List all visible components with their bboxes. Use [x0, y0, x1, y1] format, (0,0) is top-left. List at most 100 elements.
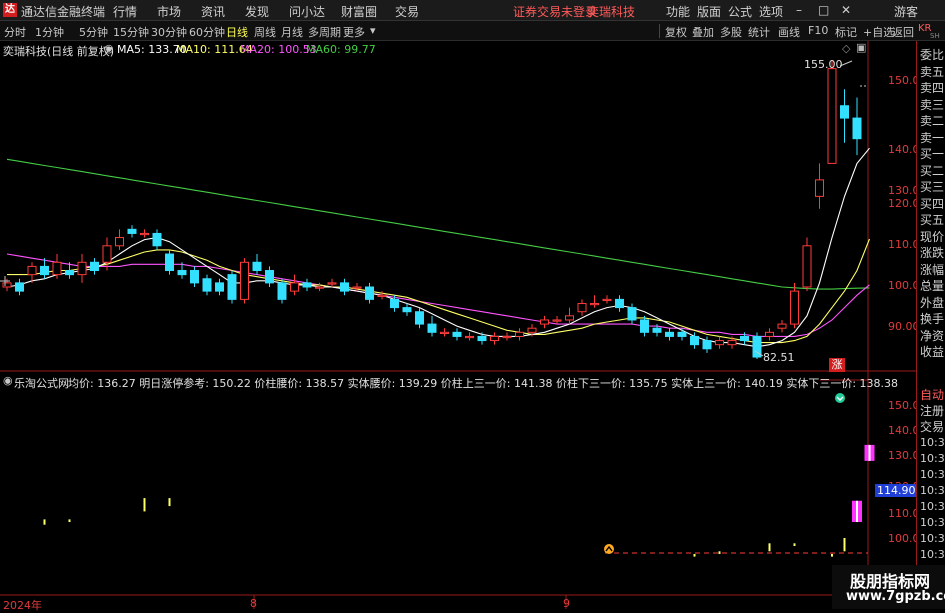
tab-intraday[interactable]: 分时	[4, 24, 26, 40]
indicator-bar	[831, 553, 833, 557]
restore-rights-button[interactable]: 复权	[665, 24, 687, 40]
indicator-bar	[43, 519, 46, 525]
candle	[302, 278, 312, 292]
tab-monthly[interactable]: 月线	[281, 24, 303, 40]
menu-ask-xiaoda[interactable]: 问小达	[289, 3, 325, 20]
candle	[165, 249, 174, 275]
tab-5min[interactable]: 5分钟	[79, 24, 108, 40]
time-label-sep: 9	[563, 597, 570, 610]
settings-circle-icon[interactable]: ◉	[104, 42, 114, 55]
candle	[102, 237, 112, 271]
tab-30min[interactable]: 30分钟	[151, 24, 187, 40]
indicator-tick: 100.0	[888, 532, 920, 545]
app-title: 通达信金融终端	[21, 5, 106, 19]
tab-15min[interactable]: 15分钟	[113, 24, 149, 40]
candle	[840, 89, 849, 143]
candle	[452, 328, 462, 341]
tab-60min[interactable]: 60分钟	[189, 24, 225, 40]
tab-weekly[interactable]: 周线	[254, 24, 276, 40]
chart-area[interactable]: 奕瑞科技(日线 前复权) ◉ MA5: 133.70 MA10: 111.64 …	[0, 41, 945, 612]
time-label-year: 2024年	[3, 599, 42, 612]
tick-time: 10:37	[920, 532, 945, 545]
candle	[27, 262, 37, 283]
maximize-button[interactable]: □	[818, 3, 829, 17]
high-price-label: 155.00	[804, 58, 843, 71]
quote-field-label: 现价	[920, 229, 945, 244]
menu-market-quotes[interactable]: 行情	[113, 3, 137, 20]
tab-1min[interactable]: 1分钟	[35, 24, 64, 40]
menu-market[interactable]: 市场	[157, 3, 181, 20]
indicator-settings-icon[interactable]: ◉	[3, 374, 13, 387]
tab-daily[interactable]: 日线	[226, 24, 248, 40]
add-watchlist-button[interactable]: +自选	[863, 24, 894, 40]
mark-button[interactable]: 标记	[835, 24, 857, 40]
overlay-button[interactable]: 叠加	[692, 24, 714, 40]
menu-discover[interactable]: 发现	[245, 3, 269, 20]
back-button[interactable]: 返回	[892, 24, 914, 40]
period-toolbar: 分时 1分钟 5分钟 15分钟 30分钟 60分钟 日线 周线 月线 多周期 更…	[0, 21, 945, 41]
close-button[interactable]: ✕	[841, 3, 851, 17]
candle	[152, 229, 162, 250]
tick-time: 10:37	[920, 452, 945, 465]
candle	[440, 328, 449, 337]
indicator-bar	[843, 538, 846, 552]
login-notice[interactable]: 证券交易未登录	[513, 3, 597, 20]
candle	[852, 97, 862, 156]
indicator-bar-core	[856, 500, 858, 523]
quote-field-label: 总量	[920, 279, 945, 293]
ma60-value: MA60: 99.77	[306, 43, 376, 56]
side-panel-market: SH	[930, 32, 940, 40]
trade-link[interactable]: 注册	[920, 403, 945, 419]
draw-line-button[interactable]: 画线	[778, 24, 800, 40]
kline-svg[interactable]	[0, 41, 916, 609]
watermark-url: www.7gpzb.com	[846, 589, 945, 604]
candle	[490, 332, 499, 345]
quote-field-label: 卖二	[920, 114, 945, 128]
ma5-line	[6, 147, 870, 348]
tab-more[interactable]: 更多	[343, 24, 365, 40]
candle	[265, 266, 274, 287]
statistics-button[interactable]: 统计	[748, 24, 770, 40]
candle	[502, 332, 512, 341]
menu-formula[interactable]: 公式	[728, 3, 752, 20]
indicator-bar	[768, 543, 771, 552]
candle	[427, 315, 437, 337]
tick-time: 10:37	[920, 436, 945, 449]
menu-layout[interactable]: 版面	[697, 3, 721, 20]
menu-functions[interactable]: 功能	[666, 3, 690, 20]
collapse-icon[interactable]: ▣	[856, 41, 866, 54]
indicator-bar	[143, 498, 146, 512]
watermark: 股朋指标网 www.7gpzb.com	[832, 565, 945, 609]
multi-stock-button[interactable]: 多股	[720, 24, 742, 40]
trade-link[interactable]: 交易	[920, 419, 945, 435]
trade-link[interactable]: 自动	[920, 387, 945, 403]
candle	[640, 315, 649, 337]
indicator-values: 均价: 136.27 明日涨停参考: 150.22 价柱腰价: 138.57 实…	[68, 377, 899, 390]
candle	[415, 307, 424, 329]
main-chart-title: 奕瑞科技(日线 前复权)	[3, 45, 115, 58]
diamond-icon[interactable]: ◇	[842, 42, 850, 55]
candle	[15, 278, 24, 296]
menu-wealth-circle[interactable]: 财富圈	[341, 3, 377, 20]
price-tick: 100.0	[888, 279, 920, 292]
minimize-button[interactable]: –	[796, 3, 802, 17]
tab-multi-period[interactable]: 多周期	[308, 24, 341, 40]
user-guest[interactable]: 游客	[894, 3, 918, 20]
tick-time: 10:37	[920, 468, 945, 481]
quote-field-label: 买三	[920, 180, 945, 194]
candle	[552, 315, 562, 325]
menu-news[interactable]: 资讯	[201, 3, 225, 20]
quote-field-label: 买四	[920, 196, 945, 211]
price-tick: 150.0	[888, 74, 920, 87]
menu-options[interactable]: 选项	[759, 3, 783, 20]
low-price-label: 82.51	[763, 351, 795, 364]
menu-trade[interactable]: 交易	[395, 3, 419, 20]
f10-button[interactable]: F10	[808, 24, 828, 37]
candle	[190, 266, 199, 287]
price-tick: 90.00	[888, 320, 920, 333]
candle	[752, 332, 762, 360]
signal-down-icon	[835, 393, 845, 403]
candle	[365, 282, 374, 304]
quote-field-label: 卖三	[920, 97, 945, 112]
chevron-down-icon[interactable]: ▾	[370, 24, 376, 37]
